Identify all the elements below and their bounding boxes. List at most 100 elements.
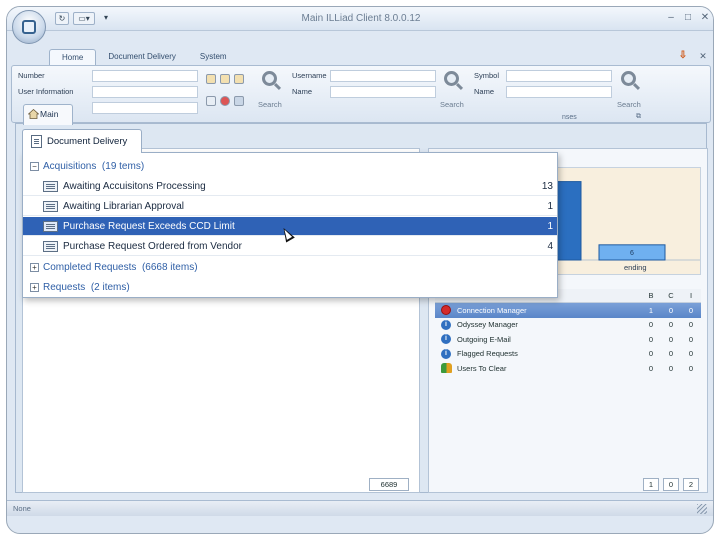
resize-grip-icon[interactable] (697, 504, 707, 514)
b-column-header[interactable]: B (641, 291, 661, 302)
clipboard-icon[interactable] (206, 74, 216, 84)
alert-b-count: 0 (648, 363, 654, 373)
group-count: (2 items) (90, 282, 130, 293)
tree-group-requests[interactable]: + Requests (2 items) (23, 278, 557, 297)
group-label: Acquisitions (43, 161, 97, 172)
dialog-launcher-icon[interactable]: ⧉ (636, 113, 641, 121)
tree-group-completed-requests[interactable]: + Completed Requests (6668 items) (23, 258, 557, 277)
alert-i-count: 0 (688, 334, 694, 344)
alert-i-count: 0 (688, 320, 694, 330)
chart-category-label: ending (624, 263, 647, 272)
window-title: Main ILLiad Client 8.0.0.12 (301, 13, 421, 24)
alert-row-users-to-clear[interactable]: Users To Clear 0 0 0 (435, 361, 701, 376)
alert-row-connection-manager[interactable]: Connection Manager 1 0 0 (435, 303, 701, 318)
name-label: Name (474, 87, 495, 96)
queue-item-label: Purchase Request Ordered from Vendor (63, 241, 242, 252)
stop-icon (441, 305, 451, 316)
help-icon[interactable]: ⇩ (675, 49, 691, 63)
alert-b-count: 0 (648, 320, 654, 330)
symbol-field[interactable] (506, 70, 612, 82)
group-count: (19 tems) (101, 161, 145, 172)
queue-icon (43, 181, 58, 192)
home-icon (28, 109, 39, 119)
close-button[interactable]: ✕ (697, 11, 713, 25)
group-count: (6668 items) (141, 262, 198, 273)
alert-row-outgoing-email[interactable]: i Outgoing E-Mail 0 0 0 (435, 332, 701, 347)
tab-document-delivery-queue[interactable]: Document Delivery (22, 129, 142, 153)
alert-i-count: 0 (688, 363, 694, 373)
queue-item-label: Awaiting Librarian Approval (63, 201, 185, 212)
c-column-header[interactable]: C (661, 291, 681, 302)
queue-icon (43, 241, 58, 252)
title-bar: ↻ ▭▾ ▾ Main ILLiad Client 8.0.0.12 – □ ✕ (7, 7, 713, 31)
search-button-label[interactable]: Search (617, 100, 641, 109)
alert-i-count: 0 (688, 349, 694, 359)
queue-item-count: 13 (541, 181, 553, 192)
alert-name: Users To Clear (457, 363, 507, 373)
username-field[interactable] (330, 70, 436, 82)
alert-name: Connection Manager (457, 305, 527, 315)
users-icon (440, 363, 452, 374)
queue-item[interactable]: Awaiting Accuisitons Processing 13 (23, 177, 557, 196)
alert-row-odyssey-manager[interactable]: i Odyssey Manager 0 0 0 (435, 318, 701, 333)
ribbon-group-caption: nses (562, 114, 577, 121)
username-label: Username (292, 71, 327, 80)
queue-item-count: 1 (547, 201, 553, 212)
tab-system[interactable]: System (188, 49, 239, 66)
record-count: 6689 (369, 478, 409, 491)
tab-home[interactable]: Home (49, 49, 97, 66)
tab-document-delivery[interactable]: Document Delivery (96, 49, 188, 66)
delete-icon[interactable] (220, 96, 230, 106)
save-icon[interactable] (234, 96, 244, 106)
info-icon: i (441, 348, 451, 359)
alert-b-count: 0 (648, 334, 654, 344)
ribbon-tabs: Home Document Delivery System (49, 49, 239, 66)
edit-icon[interactable] (206, 96, 216, 106)
queue-item-count: 1 (547, 221, 553, 232)
ribbon-close-icon[interactable]: ✕ (695, 49, 711, 63)
notes-icon[interactable] (220, 74, 230, 84)
search-icon[interactable] (259, 70, 283, 104)
queue-item-label: Awaiting Accuisitons Processing (63, 181, 206, 192)
lender-name-field[interactable] (506, 86, 612, 98)
search-icon[interactable] (618, 70, 642, 104)
tab-main[interactable]: Main (23, 104, 73, 125)
search-button-label[interactable]: Search (258, 100, 282, 109)
info-icon: i (441, 334, 451, 345)
alert-b-count: 0 (648, 349, 654, 359)
minimize-button[interactable]: – (663, 11, 679, 25)
i-column-header[interactable]: I (681, 291, 701, 302)
collapse-icon[interactable]: − (30, 162, 39, 171)
expand-icon[interactable]: + (30, 283, 39, 292)
alert-total-i: 2 (683, 478, 699, 491)
number-field[interactable] (92, 70, 198, 82)
name-field[interactable] (330, 86, 436, 98)
number-label: Number (18, 71, 45, 80)
status-bar: None (7, 500, 713, 516)
extra-field[interactable] (92, 102, 198, 114)
alert-name: Outgoing E-Mail (457, 334, 511, 344)
alert-c-count: 0 (668, 363, 674, 373)
symbol-label: Symbol (474, 71, 500, 80)
alert-row-flagged-requests[interactable]: i Flagged Requests 0 0 0 (435, 347, 701, 362)
search-icon[interactable] (441, 70, 465, 104)
alert-total-b: 1 (643, 478, 659, 491)
search-button-label[interactable]: Search (440, 100, 464, 109)
application-menu-button[interactable] (12, 10, 46, 44)
alert-name: Flagged Requests (457, 349, 518, 359)
queue-icon (43, 201, 58, 212)
group-label: Completed Requests (43, 262, 137, 273)
user-information-field[interactable] (92, 86, 198, 98)
expand-icon[interactable]: + (30, 263, 39, 272)
queue-item[interactable]: Awaiting Librarian Approval 1 (23, 197, 557, 216)
alert-i-count: 0 (688, 305, 694, 315)
user-information-label: User Information (18, 87, 74, 96)
maximize-button[interactable]: □ (680, 11, 696, 25)
alert-c-count: 0 (668, 349, 674, 359)
copy-icon[interactable] (234, 74, 244, 84)
queue-item-count: 4 (547, 241, 553, 252)
alert-name: Odyssey Manager (457, 320, 518, 330)
tree-group-acquisitions[interactable]: − Acquisitions (19 tems) (23, 157, 557, 176)
alert-total-c: 0 (663, 478, 679, 491)
alert-c-count: 0 (668, 320, 674, 330)
